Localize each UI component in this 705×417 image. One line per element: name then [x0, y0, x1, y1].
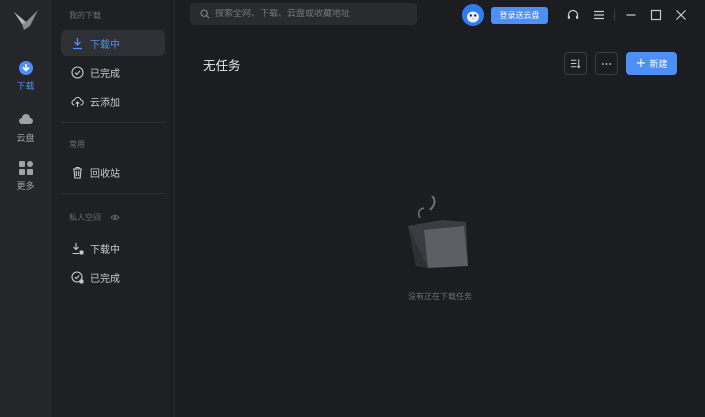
plus-icon: +: [635, 56, 647, 71]
sidebar-item-recycle-bin[interactable]: 回收站: [61, 159, 165, 185]
menu-icon[interactable]: [592, 8, 606, 22]
cloud-icon: [18, 114, 33, 124]
new-task-label: 新建: [649, 60, 668, 70]
sidebar-item-downloading[interactable]: 下载中: [61, 30, 165, 56]
left-rail: 下载 云盘 更多: [0, 0, 51, 417]
sidebar-item-cloud-add[interactable]: 云添加: [61, 88, 165, 114]
download-circle-icon: [18, 61, 33, 75]
sidebar-item-label: 已完成: [90, 273, 120, 285]
rail-label: 云盘: [16, 134, 35, 144]
search-input[interactable]: [215, 9, 410, 19]
sidebar-divider: [61, 193, 165, 194]
new-task-button[interactable]: + 新建: [626, 52, 677, 75]
download-arrow-icon: [73, 37, 82, 49]
apps-grid-icon: [18, 161, 33, 175]
section-title-common: 常用: [69, 140, 85, 149]
check-circle-icon: [71, 65, 84, 79]
private-check-icon: [71, 270, 84, 283]
sidebar-item-private-downloading[interactable]: 下载中: [61, 235, 165, 261]
more-options-button[interactable]: [595, 52, 618, 75]
eye-icon[interactable]: [109, 214, 120, 221]
login-button[interactable]: 登录送云盘: [491, 7, 548, 24]
sidebar: 我的下载 下载中 已完成 云添加 常用 回收站 私人空间 下载中 已完成: [51, 0, 175, 417]
sidebar-item-label: 下载中: [90, 39, 120, 51]
sidebar-item-label: 下载中: [90, 244, 120, 256]
bird-mascot-icon: [462, 4, 484, 26]
section-title-private: 私人空间: [69, 212, 120, 223]
sidebar-item-private-completed[interactable]: 已完成: [61, 264, 165, 290]
trash-icon: [73, 166, 82, 179]
cloud-upload-icon: [71, 96, 84, 107]
minimize-icon[interactable]: [624, 8, 638, 22]
close-icon[interactable]: [674, 8, 688, 22]
sidebar-item-completed[interactable]: 已完成: [61, 59, 165, 85]
maximize-icon[interactable]: [649, 8, 663, 22]
rail-label: 下载: [16, 82, 35, 92]
sidebar-item-label: 云添加: [90, 97, 120, 109]
sidebar-item-label: 回收站: [90, 168, 120, 180]
sort-button[interactable]: [564, 52, 587, 75]
headset-icon[interactable]: [566, 8, 580, 22]
app-logo-icon: [14, 10, 38, 30]
sidebar-divider: [61, 122, 165, 123]
rail-item-download[interactable]: 下载: [0, 60, 51, 92]
private-download-icon: [72, 242, 84, 254]
rail-label: 更多: [16, 182, 35, 192]
empty-folder-icon: [408, 196, 468, 268]
rail-item-cloud[interactable]: 云盘: [0, 112, 51, 144]
sidebar-item-label: 已完成: [90, 68, 120, 80]
search-icon: [200, 9, 210, 19]
section-title-downloads: 我的下载: [69, 11, 101, 20]
empty-state-text: 没有正在下载任务: [408, 292, 472, 301]
section-title-private-label: 私人空间: [69, 213, 101, 222]
rail-item-more[interactable]: 更多: [0, 160, 51, 192]
sort-icon: [570, 59, 581, 69]
avatar[interactable]: [462, 4, 484, 26]
search-box[interactable]: [190, 3, 417, 25]
titlebar-divider: [614, 9, 615, 21]
more-dots-icon: [601, 62, 612, 65]
page-title: 无任务: [203, 58, 241, 73]
